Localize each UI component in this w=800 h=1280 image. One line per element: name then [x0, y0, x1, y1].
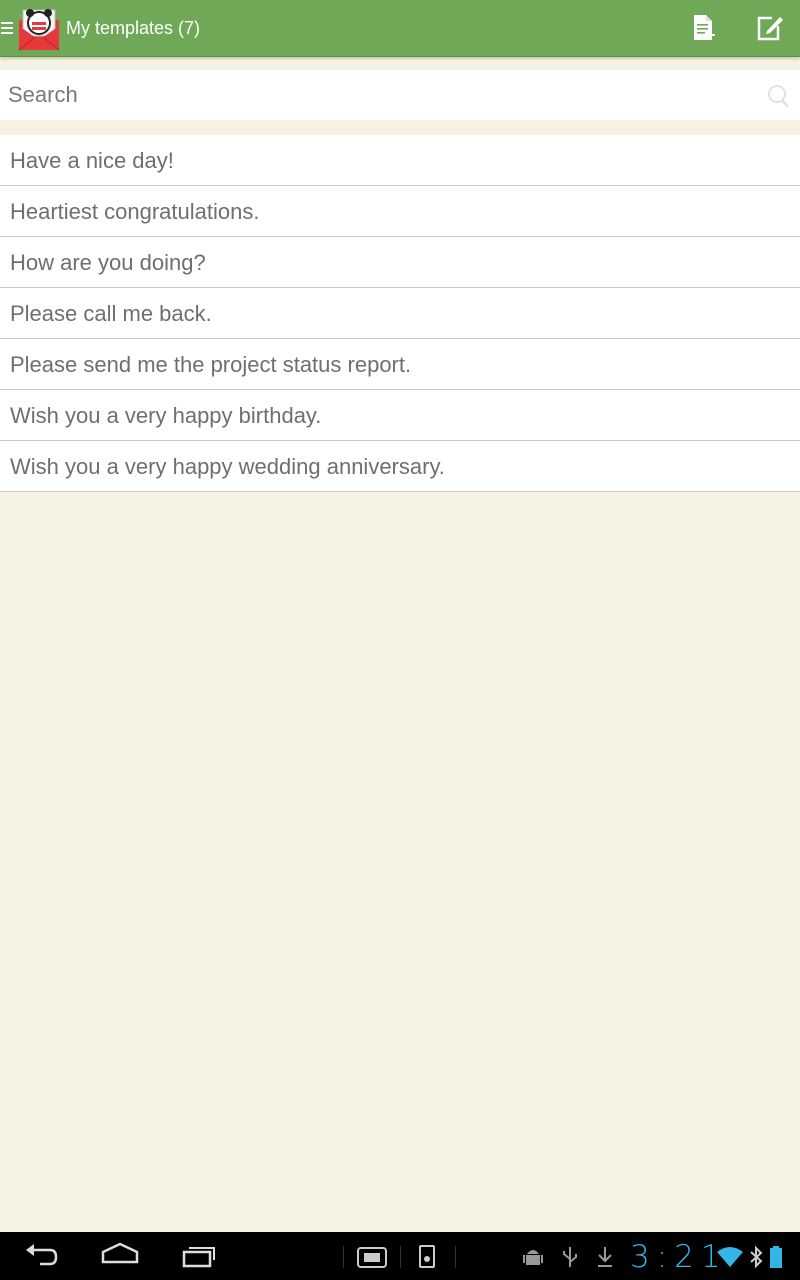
back-icon [26, 1244, 58, 1266]
recent-apps-icon [182, 1247, 215, 1268]
usb-icon [563, 1247, 577, 1267]
template-item[interactable]: How are you doing? [0, 237, 800, 288]
template-item[interactable]: Have a nice day! [0, 135, 800, 186]
divider [343, 1246, 344, 1268]
app-logo-icon[interactable] [17, 4, 61, 52]
template-item[interactable]: Wish you a very happy wedding anniversar… [0, 441, 800, 492]
screenshot-button[interactable] [355, 1238, 389, 1274]
compose-icon [757, 16, 783, 41]
recent-apps-button[interactable] [180, 1238, 220, 1274]
page-title: My templates (7) [66, 18, 201, 38]
template-list: Have a nice day! Heartiest congratulatio… [0, 135, 800, 492]
search-input[interactable] [0, 70, 740, 120]
action-bar: My templates (7) [0, 0, 800, 57]
sd-card-button[interactable] [418, 1238, 436, 1274]
import-template-button[interactable] [684, 8, 724, 48]
wifi-icon [717, 1247, 743, 1267]
sd-card-icon [419, 1245, 435, 1268]
template-item[interactable]: Please send me the project status report… [0, 339, 800, 390]
divider [400, 1246, 401, 1268]
screenshot-icon [357, 1247, 387, 1268]
download-icon [598, 1247, 612, 1267]
home-icon [101, 1242, 139, 1264]
battery-icon [770, 1246, 782, 1268]
bluetooth-icon [750, 1245, 763, 1269]
compose-template-button[interactable] [748, 8, 788, 48]
search-bar [0, 70, 800, 120]
home-button[interactable] [100, 1238, 140, 1274]
document-add-icon [694, 15, 715, 40]
template-item[interactable]: Wish you a very happy birthday. [0, 390, 800, 441]
back-button[interactable] [20, 1238, 60, 1274]
menu-icon[interactable] [0, 20, 14, 36]
clock: 3:21 [630, 1239, 728, 1275]
search-icon[interactable] [764, 82, 792, 110]
system-navigation-bar: 3:21 [0, 1232, 800, 1280]
template-item[interactable]: Heartiest congratulations. [0, 186, 800, 237]
divider [455, 1246, 456, 1268]
template-item[interactable]: Please call me back. [0, 288, 800, 339]
android-debug-icon [523, 1250, 543, 1265]
